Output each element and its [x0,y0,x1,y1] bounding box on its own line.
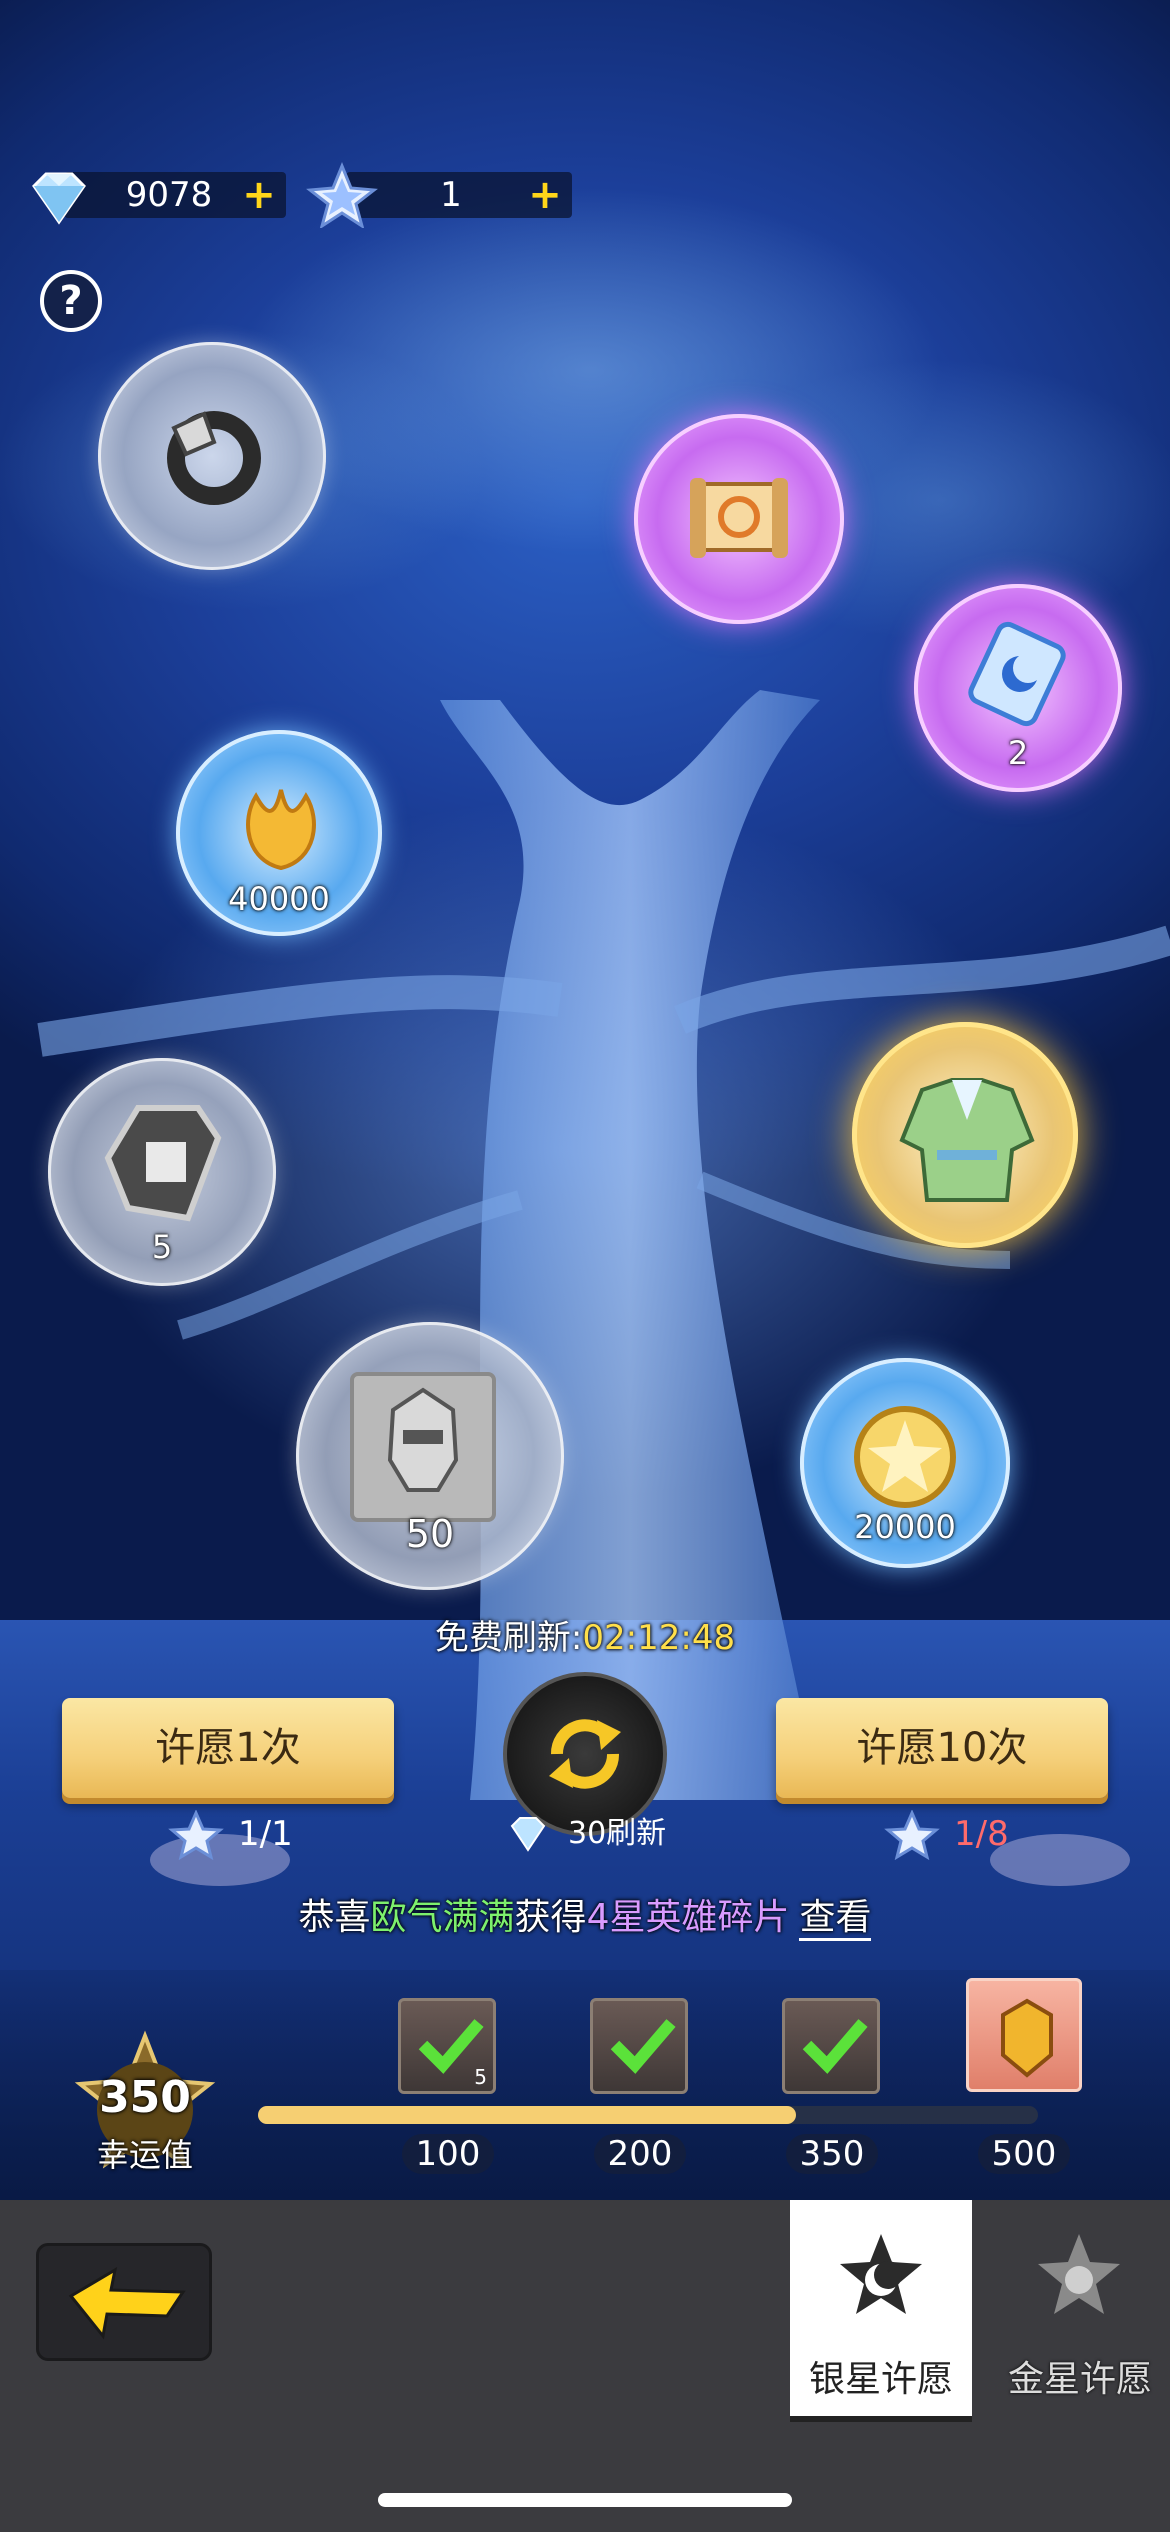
gold-star-sun-icon [1038,2234,1120,2314]
wish-ten-cost-value: 1/8 [954,1814,1009,1854]
luck-label: 幸运值 [96,2136,193,2174]
free-refresh-countdown: 02:12:48 [582,1618,736,1658]
refresh-cost-value: 30刷新 [568,1816,667,1851]
view-link[interactable]: 查看 [799,1897,872,1941]
wish-once-cost: 1/1 [168,1810,308,1860]
help-button[interactable]: ? [40,270,102,332]
scroll-icon [690,478,788,558]
golden-lotus-icon [246,789,316,871]
notice-prefix: 恭喜 [298,1897,371,1938]
check-icon [610,2019,676,2074]
notice-mid: 获得 [514,1897,587,1938]
milestone-reward-200[interactable] [590,1998,688,2094]
notice-player: 欧气满满 [370,1897,515,1938]
exchange-token-qty: 5 [151,1228,173,1266]
tab-silver-star-wish[interactable]: 银星许愿 [790,2200,972,2422]
diamond-counter: 9078 + [24,168,286,225]
silver-star-counter: 1 + [306,162,572,228]
check-icon [802,2019,868,2074]
golden-lotus-qty: 40000 [228,880,330,918]
add-diamond-button[interactable]: + [240,175,278,215]
tab-gold-star-wish[interactable]: 金星许愿 [990,2200,1170,2422]
milestone-500: 500 [974,2134,1074,2174]
wish-bubble-green-armor[interactable] [852,1022,1078,1248]
home-indicator[interactable] [378,2493,792,2507]
golden-gauntlet-icon [1001,1998,1053,2078]
wish-once-cost-value: 1/1 [238,1814,293,1854]
back-button[interactable] [36,2243,212,2361]
wish-bubble-moon-ticket[interactable]: 2 [914,584,1122,792]
wish-bubble-ring[interactable] [98,342,326,570]
luck-progress-fill [258,2106,797,2124]
silver-star-moon-icon [840,2234,922,2314]
hero-fragment-icon [350,1372,496,1522]
tab-silver-star-wish-label: 银星许愿 [808,2359,953,2400]
wish-bubble-scroll[interactable] [634,414,844,624]
broadcast-notice: 恭喜欧气满满获得4星英雄碎片 查看 [0,1888,1170,1941]
free-refresh-label: 免费刷新: [434,1618,583,1658]
hero-fragment-qty: 50 [405,1512,455,1556]
milestone-200: 200 [590,2134,690,2174]
diamond-icon [32,172,86,225]
wish-bubble-gold-coin[interactable]: 20000 [800,1358,1010,1568]
moon-ticket-icon [968,621,1066,727]
reward-qty: 5 [474,2065,487,2089]
milestone-reward-500[interactable] [966,1978,1082,2092]
luck-badge: 350 幸运值 [70,2030,220,2180]
green-armor-icon [899,1078,1035,1202]
luck-progress-track [258,2106,1038,2124]
milestone-350: 350 [782,2134,882,2174]
refresh-cost: 30刷新 [506,1810,686,1858]
wish-once-button[interactable]: 许愿1次 [62,1698,394,1798]
wish-ten-button[interactable]: 许愿10次 [776,1698,1108,1798]
free-refresh-timer: 免费刷新:02:12:48 [0,1610,1170,1659]
ring-icon [167,411,261,505]
wish-bubble-hero-fragment[interactable]: 50 [296,1322,564,1590]
wish-bubble-exchange-token[interactable]: 5 [48,1058,276,1286]
diamond-value: 9078 [125,175,213,215]
milestone-reward-100[interactable]: 5 [398,1998,496,2094]
wish-bubble-golden-lotus[interactable]: 40000 [176,730,382,936]
add-silver-star-button[interactable]: + [526,175,564,215]
diamond-icon [510,1817,546,1852]
luck-value: 350 [99,2072,191,2123]
exchange-token-icon [104,1105,222,1222]
notice-item: 4星英雄碎片 [586,1897,790,1938]
gold-coin-icon [854,1406,956,1508]
silver-star-icon [884,1810,940,1860]
moon-ticket-qty: 2 [1007,734,1029,772]
tab-gold-star-wish-label: 金星许愿 [1007,2359,1152,2400]
silver-star-icon [168,1810,224,1860]
milestone-reward-350[interactable] [782,1998,880,2094]
silver-star-value: 1 [440,175,462,215]
back-arrow-icon [68,2266,186,2340]
wish-ten-cost: 1/8 [884,1810,1024,1860]
refresh-icon [549,1719,621,1789]
silver-star-icon [306,162,378,228]
gold-coin-qty: 20000 [854,1508,956,1546]
milestone-100: 100 [398,2134,498,2174]
